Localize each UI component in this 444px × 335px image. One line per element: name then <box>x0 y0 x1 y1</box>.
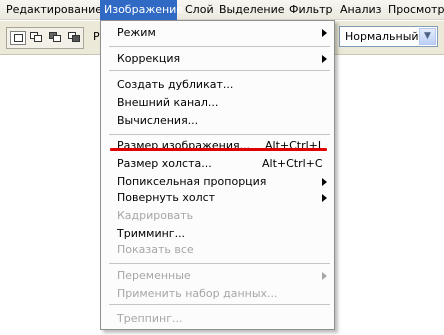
blend-mode-value: Нормальный <box>345 30 419 43</box>
image-menu-dropdown: Режим Коррекция Создать дубликат... Внеш… <box>100 20 335 330</box>
menu-item-variables[interactable]: Переменные <box>117 267 191 285</box>
menu-view[interactable]: Просмотр <box>384 0 444 20</box>
menu-divider <box>109 263 330 264</box>
menu-divider <box>109 304 330 305</box>
intersect-selection-icon[interactable] <box>67 31 83 45</box>
menu-item-external-channel[interactable]: Внешний канал... <box>117 94 218 112</box>
menu-item-calculations[interactable]: Вычисления... <box>117 112 198 130</box>
options-clipped-label: P <box>93 30 100 43</box>
menu-item-apply-data-set[interactable]: Применить набор данных... <box>117 285 278 303</box>
menu-item-rotate-canvas[interactable]: Повернуть холст <box>117 189 215 207</box>
submenu-arrow-icon <box>320 50 328 68</box>
submenu-arrow-icon <box>320 189 328 207</box>
subtract-selection-icon[interactable] <box>48 31 64 45</box>
menu-image[interactable]: Изображение <box>100 0 183 20</box>
submenu-arrow-icon <box>320 24 328 42</box>
selection-mode-group <box>6 27 84 49</box>
menu-item-mode[interactable]: Режим <box>117 24 156 42</box>
menu-select[interactable]: Выделение <box>215 0 289 20</box>
new-selection-icon[interactable] <box>10 31 26 45</box>
menu-edit[interactable]: Редактирование <box>2 0 106 20</box>
highlight-underline <box>110 148 327 151</box>
menu-bar: Редактирование Изображение Слой Выделени… <box>0 0 444 20</box>
image-size-shortcut: Alt+Ctrl+I <box>265 139 322 152</box>
menu-item-crop[interactable]: Кадрировать <box>117 207 193 225</box>
menu-item-trap[interactable]: Треппинг... <box>117 310 182 328</box>
chevron-down-icon[interactable]: ▼ <box>419 28 436 45</box>
menu-filter[interactable]: Фильтр <box>285 0 337 20</box>
menu-item-image-size[interactable]: Размер изображения... <box>117 137 250 155</box>
menu-item-correction[interactable]: Коррекция <box>117 50 180 68</box>
canvas-size-shortcut: Alt+Ctrl+C <box>262 157 323 170</box>
blend-mode-select[interactable]: Нормальный ▼ <box>339 26 438 47</box>
menu-layer[interactable]: Слой <box>181 0 218 20</box>
add-selection-icon[interactable] <box>29 31 45 45</box>
menu-divider <box>109 46 330 47</box>
menu-item-canvas-size[interactable]: Размер холста... <box>117 155 212 173</box>
menu-analysis[interactable]: Анализ <box>336 0 386 20</box>
menu-item-reveal-all[interactable]: Показать все <box>117 241 194 259</box>
menu-divider <box>109 70 330 71</box>
menu-divider <box>109 134 330 135</box>
submenu-arrow-icon <box>320 267 328 285</box>
menu-item-duplicate[interactable]: Создать дубликат... <box>117 76 233 94</box>
